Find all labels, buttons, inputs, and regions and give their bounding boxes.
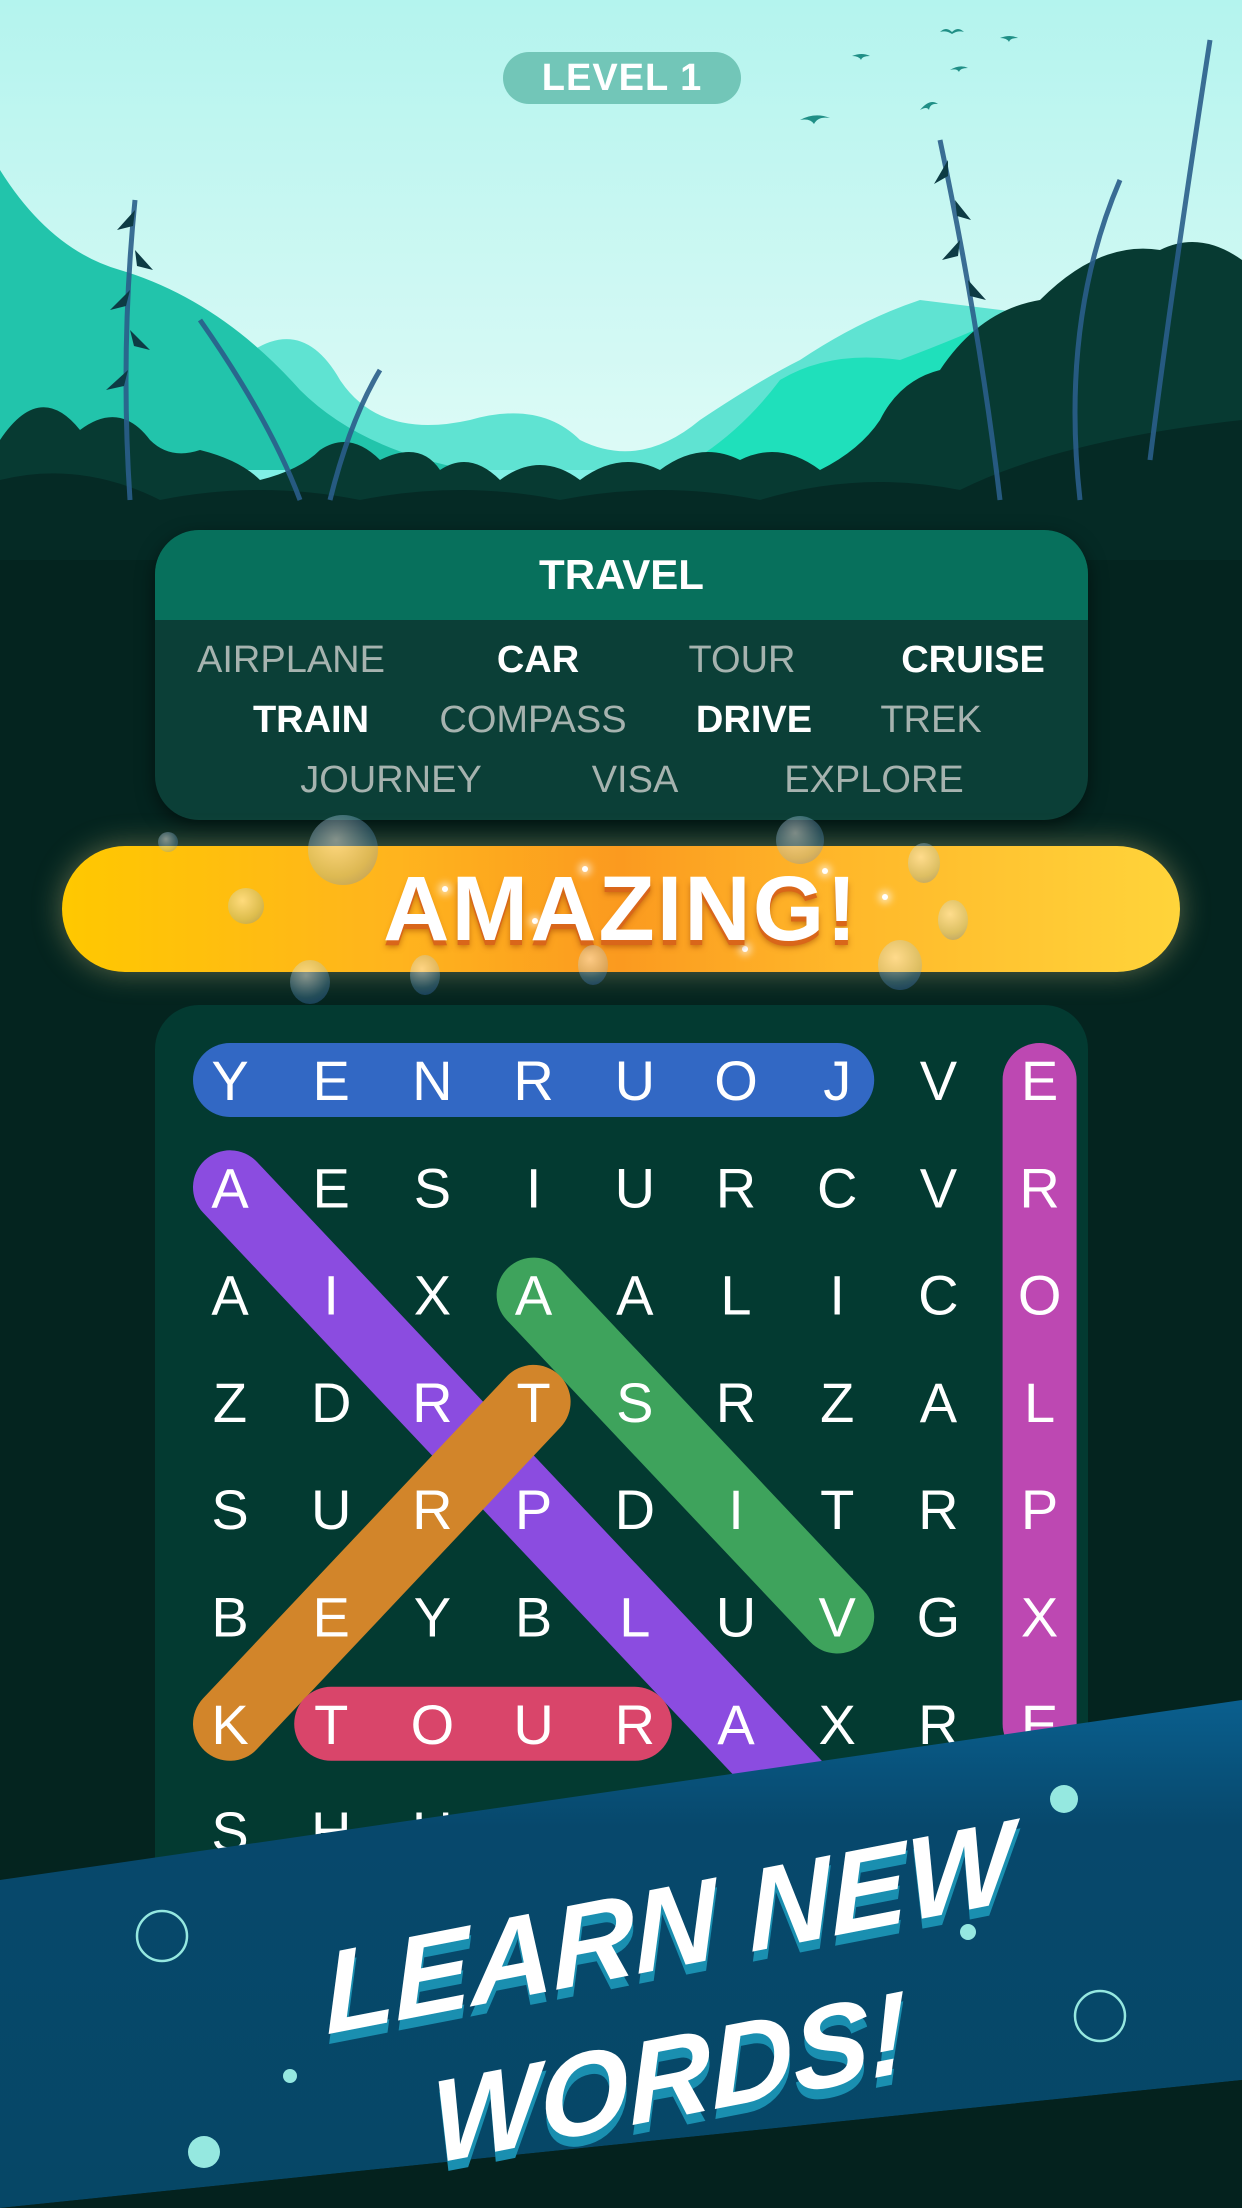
grid-letter[interactable]: Z: [820, 1371, 854, 1434]
grid-letter[interactable]: V: [819, 1586, 857, 1649]
grid-letter[interactable]: E: [1021, 1693, 1058, 1756]
grid-letter[interactable]: R: [716, 1371, 756, 1434]
grid-letter[interactable]: E: [1021, 1049, 1058, 1112]
grid-letter[interactable]: R: [615, 1693, 655, 1756]
grid-letter[interactable]: U: [716, 1586, 756, 1649]
grid-letter[interactable]: R: [918, 1478, 958, 1541]
grid-letter[interactable]: C: [817, 1156, 857, 1219]
grid-letter[interactable]: E: [313, 1586, 350, 1649]
grid-letter[interactable]: I: [829, 1264, 845, 1327]
grid-letter[interactable]: A: [211, 1156, 249, 1219]
grid-letter[interactable]: A: [717, 1693, 755, 1756]
grid-letter[interactable]: L: [1024, 1371, 1055, 1434]
grid-letter[interactable]: R: [412, 1371, 452, 1434]
grid-letter[interactable]: L: [720, 1264, 751, 1327]
grid-letter[interactable]: Z: [213, 1371, 247, 1434]
grid-letter[interactable]: T: [820, 1478, 854, 1541]
grid-letter[interactable]: P: [515, 1478, 552, 1541]
grid-letter[interactable]: U: [412, 1800, 452, 1863]
grid-letter[interactable]: I: [323, 1264, 339, 1327]
grid-letter[interactable]: A: [920, 1371, 958, 1434]
grid-letter[interactable]: R: [918, 1693, 958, 1756]
grid-letter[interactable]: I: [526, 1156, 542, 1219]
grid-letter[interactable]: S: [414, 1156, 451, 1219]
grid-letter[interactable]: A: [211, 1264, 249, 1327]
grid-letter[interactable]: S: [616, 1371, 653, 1434]
grid-letter[interactable]: L: [619, 1586, 650, 1649]
grid-letter[interactable]: R: [513, 1049, 553, 1112]
grid-letter[interactable]: E: [313, 1156, 350, 1219]
grid-letter[interactable]: G: [917, 1586, 961, 1649]
grid-letter[interactable]: B: [211, 1586, 248, 1649]
grid-letter[interactable]: S: [211, 1800, 248, 1863]
grid-letter[interactable]: X: [1021, 1586, 1058, 1649]
grid-letter[interactable]: B: [515, 1586, 552, 1649]
grid-letter[interactable]: I: [728, 1478, 744, 1541]
grid-letter[interactable]: A: [515, 1264, 553, 1327]
grid-letter[interactable]: O: [411, 1693, 455, 1756]
grid-letter[interactable]: R: [1019, 1156, 1059, 1219]
grid-letter[interactable]: U: [615, 1049, 655, 1112]
grid-letter[interactable]: A: [616, 1264, 654, 1327]
grid-letter[interactable]: R: [716, 1156, 756, 1219]
grid-letter[interactable]: V: [920, 1156, 958, 1219]
grid-letter[interactable]: Y: [211, 1049, 248, 1112]
grid-letter[interactable]: K: [211, 1693, 248, 1756]
grid-letter[interactable]: U: [615, 1156, 655, 1219]
grid-letter[interactable]: T: [516, 1371, 550, 1434]
grid-letter[interactable]: E: [313, 1049, 350, 1112]
grid-letter[interactable]: D: [311, 1371, 351, 1434]
grid-letter[interactable]: O: [714, 1049, 758, 1112]
grid-letter[interactable]: D: [615, 1478, 655, 1541]
grid-letter[interactable]: Y: [414, 1586, 451, 1649]
grid-letter[interactable]: J: [823, 1049, 851, 1112]
grid-letter[interactable]: N: [412, 1049, 452, 1112]
grid-letter[interactable]: T: [314, 1693, 348, 1756]
grid-letter[interactable]: S: [211, 1478, 248, 1541]
grid-letter[interactable]: C: [918, 1264, 958, 1327]
grid-letter[interactable]: V: [920, 1049, 958, 1112]
grid-letter[interactable]: R: [412, 1478, 452, 1541]
grid-letter[interactable]: X: [819, 1693, 856, 1756]
grid-letter[interactable]: U: [311, 1478, 351, 1541]
grid-letter[interactable]: O: [1018, 1264, 1062, 1327]
grid-letter[interactable]: P: [1021, 1478, 1058, 1541]
highlight-trek: [193, 1364, 571, 1761]
grid-letter[interactable]: H: [311, 1800, 351, 1863]
grid-letter[interactable]: X: [414, 1264, 451, 1327]
grid-letter[interactable]: U: [513, 1693, 553, 1756]
